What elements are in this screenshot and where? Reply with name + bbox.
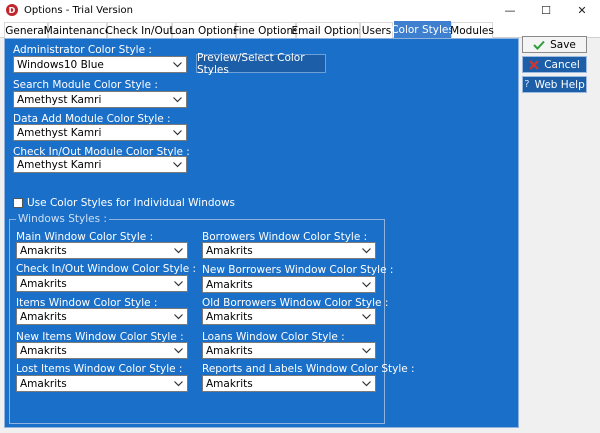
lost-items-window-style-value: Amakrits bbox=[20, 377, 67, 390]
loans-window-style-select[interactable]: Amakrits bbox=[202, 342, 376, 359]
tab-check-in-out[interactable]: Check In/Out bbox=[106, 22, 173, 38]
app-logo-icon: D bbox=[6, 4, 18, 16]
chevron-down-icon bbox=[171, 276, 185, 291]
checkinout-window-style-value: Amakrits bbox=[20, 277, 67, 290]
checkinout-window-style-select[interactable]: Amakrits bbox=[16, 275, 188, 292]
tab-modules[interactable]: Modules bbox=[450, 22, 494, 38]
lost-items-window-style-label: Lost Items Window Color Style : bbox=[16, 363, 183, 375]
loans-window-style-value: Amakrits bbox=[206, 344, 253, 357]
admin-style-select[interactable]: Windows10 Blue bbox=[13, 56, 187, 73]
admin-style-label: Administrator Color Style : bbox=[13, 44, 152, 56]
close-x-icon bbox=[529, 59, 539, 70]
main-window-style-value: Amakrits bbox=[20, 244, 67, 257]
borrowers-window-style-select[interactable]: Amakrits bbox=[202, 242, 376, 259]
individual-windows-checkbox[interactable] bbox=[13, 198, 23, 208]
reports-labels-window-style-label: Reports and Labels Window Color Style : bbox=[202, 363, 415, 375]
old-borrowers-window-style-select[interactable]: Amakrits bbox=[202, 308, 376, 325]
reports-labels-window-style-select[interactable]: Amakrits bbox=[202, 375, 376, 392]
new-borrowers-window-style-select[interactable]: Amakrits bbox=[202, 276, 376, 293]
chevron-down-icon bbox=[171, 376, 185, 391]
search-style-select[interactable]: Amethyst Kamri bbox=[13, 91, 187, 108]
tab-general[interactable]: General bbox=[4, 22, 48, 38]
title-bar: D Options - Trial Version — ☐ ✕ bbox=[0, 0, 600, 20]
checkmark-icon bbox=[533, 40, 545, 50]
web-help-button[interactable]: ? Web Help bbox=[522, 76, 587, 93]
chevron-down-icon bbox=[359, 343, 373, 358]
chevron-down-icon bbox=[359, 243, 373, 258]
checkinout-window-style-label: Check In/Out Window Color Style : bbox=[16, 263, 197, 275]
old-borrowers-window-style-value: Amakrits bbox=[206, 310, 253, 323]
new-items-window-style-value: Amakrits bbox=[20, 344, 67, 357]
chevron-down-icon bbox=[170, 125, 184, 140]
chevron-down-icon bbox=[170, 157, 184, 172]
admin-style-value: Windows10 Blue bbox=[17, 58, 104, 71]
items-window-style-value: Amakrits bbox=[20, 310, 67, 323]
new-items-window-style-select[interactable]: Amakrits bbox=[16, 342, 188, 359]
windows-styles-title: Windows Styles : bbox=[16, 213, 109, 225]
chevron-down-icon bbox=[171, 343, 185, 358]
window-controls: — ☐ ✕ bbox=[492, 0, 600, 20]
close-button[interactable]: ✕ bbox=[564, 0, 600, 20]
minimize-button[interactable]: — bbox=[492, 0, 528, 20]
save-button[interactable]: Save bbox=[522, 36, 587, 53]
chevron-down-icon bbox=[170, 92, 184, 107]
data-add-style-select[interactable]: Amethyst Kamri bbox=[13, 124, 187, 141]
color-styles-panel: Administrator Color Style : Windows10 Bl… bbox=[4, 38, 519, 428]
cancel-label: Cancel bbox=[544, 58, 580, 71]
chevron-down-icon bbox=[171, 309, 185, 324]
help-question-icon: ? bbox=[524, 79, 530, 90]
chevron-down-icon bbox=[359, 376, 373, 391]
reports-labels-window-style-value: Amakrits bbox=[206, 377, 253, 390]
items-window-style-select[interactable]: Amakrits bbox=[16, 308, 188, 325]
search-style-value: Amethyst Kamri bbox=[17, 93, 102, 106]
maximize-button[interactable]: ☐ bbox=[528, 0, 564, 20]
chevron-down-icon bbox=[171, 243, 185, 258]
new-borrowers-window-style-label: New Borrowers Window Color Style : bbox=[202, 264, 394, 276]
individual-windows-label[interactable]: Use Color Styles for Individual Windows bbox=[27, 197, 235, 209]
chevron-down-icon bbox=[359, 309, 373, 324]
main-window-style-select[interactable]: Amakrits bbox=[16, 242, 188, 259]
web-help-label: Web Help bbox=[534, 78, 585, 91]
window-title: Options - Trial Version bbox=[24, 4, 133, 16]
checkinout-style-value: Amethyst Kamri bbox=[17, 158, 102, 171]
data-add-style-value: Amethyst Kamri bbox=[17, 126, 102, 139]
checkinout-style-select[interactable]: Amethyst Kamri bbox=[13, 156, 187, 173]
lost-items-window-style-select[interactable]: Amakrits bbox=[16, 375, 188, 392]
search-style-label: Search Module Color Style : bbox=[13, 79, 158, 91]
tab-fine-options[interactable]: Fine Options bbox=[233, 22, 299, 38]
tab-color-styles[interactable]: Color Styles bbox=[391, 21, 454, 38]
tab-email-options[interactable]: Email Options bbox=[292, 22, 365, 38]
tab-strip: General Maintenance Check In/Out Loan Op… bbox=[0, 20, 600, 38]
tab-users[interactable]: Users bbox=[360, 22, 393, 38]
chevron-down-icon bbox=[359, 277, 373, 292]
tab-maintenance[interactable]: Maintenance bbox=[44, 22, 111, 38]
save-label: Save bbox=[550, 38, 576, 51]
preview-select-color-styles-button[interactable]: Preview/Select Color Styles bbox=[196, 52, 326, 76]
chevron-down-icon bbox=[170, 57, 184, 72]
tab-loan-options[interactable]: Loan Options bbox=[169, 22, 239, 38]
windows-styles-group: Windows Styles : Main Window Color Style… bbox=[9, 213, 415, 424]
cancel-button[interactable]: Cancel bbox=[522, 56, 587, 73]
new-borrowers-window-style-value: Amakrits bbox=[206, 278, 253, 291]
borrowers-window-style-value: Amakrits bbox=[206, 244, 253, 257]
